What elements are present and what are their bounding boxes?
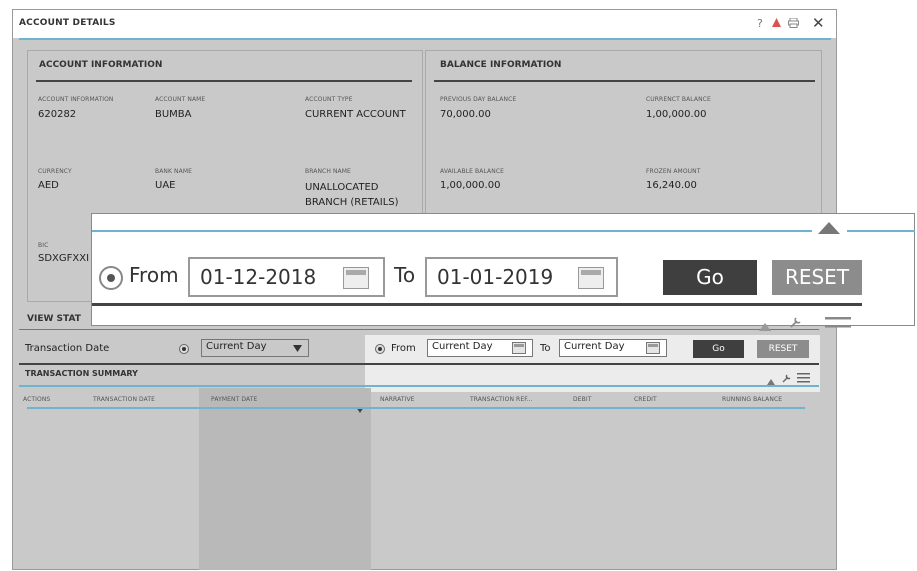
print-icon[interactable] [788, 17, 799, 31]
to-date-value: Current Day [564, 341, 625, 352]
from-date-value: 01-12-2018 [200, 265, 317, 289]
bank-name-value: UAE [155, 180, 176, 191]
go-button[interactable]: Go [693, 340, 744, 358]
period-radio[interactable] [179, 344, 189, 354]
column-header-debit[interactable]: DEBIT [573, 396, 591, 403]
field-label: BIC [38, 242, 49, 249]
account-type-value: CURRENT ACCOUNT [305, 109, 406, 120]
previous-day-balance-value: 70,000.00 [440, 109, 491, 120]
column-header-narrative[interactable]: NARRATIVE [380, 396, 415, 403]
summary-top-rule [19, 363, 819, 365]
header-divider [19, 38, 831, 40]
field-label: BRANCH NAME [305, 168, 351, 175]
branch-name-value: UNALLOCATED BRANCH (RETAILS) [305, 182, 399, 208]
from-label: From [391, 343, 416, 354]
to-date-input[interactable]: Current Day [559, 339, 667, 357]
close-icon[interactable]: ✕ [812, 14, 825, 32]
balance-information-panel: BALANCE INFORMATION PREVIOUS DAY BALANCE… [425, 50, 822, 225]
range-radio[interactable] [375, 344, 385, 354]
balance-information-title: BALANCE INFORMATION [440, 60, 562, 70]
zoom-accent-rule [847, 230, 915, 232]
chevron-down-icon [293, 344, 302, 355]
currency-value: AED [38, 180, 59, 191]
field-label: PREVIOUS DAY BALANCE [440, 96, 517, 103]
account-name-value: BUMBA [155, 109, 192, 120]
to-label: To [394, 263, 416, 287]
period-select-value: Current Day [206, 341, 267, 352]
range-radio[interactable] [99, 266, 123, 290]
available-balance-value: 1,00,000.00 [440, 180, 501, 191]
column-header-actions[interactable]: ACTIONS [23, 396, 50, 403]
column-header-transaction-date[interactable]: TRANSACTION DATE [93, 396, 155, 403]
collapse-icon[interactable] [818, 219, 840, 238]
summary-accent-rule [19, 385, 819, 387]
zoomed-date-range-callout: From 01-12-2018 To 01-01-2019 Go RESET [91, 213, 915, 331]
zoom-bottom-rule [92, 303, 862, 306]
calendar-icon[interactable] [578, 267, 604, 289]
column-header-running-balance[interactable]: RUNNING BALANCE [722, 396, 782, 403]
help-icon[interactable]: ? [757, 17, 763, 30]
header-accent-rule [27, 407, 805, 409]
pdf-icon[interactable] [771, 17, 782, 31]
to-date-input[interactable]: 01-01-2019 [425, 257, 618, 297]
field-label: ACCOUNT NAME [155, 96, 206, 103]
account-number-value: 620282 [38, 109, 77, 120]
to-date-value: 01-01-2019 [437, 265, 554, 289]
transaction-summary-title: TRANSACTION SUMMARY [25, 369, 138, 378]
zoom-collapse-icon[interactable] [759, 316, 771, 335]
calendar-icon[interactable] [343, 267, 369, 289]
field-label: AVAILABLE BALANCE [440, 168, 505, 175]
zoom-accent-rule [92, 230, 812, 232]
calendar-icon[interactable] [512, 342, 526, 354]
field-label: CURRENCT BALANCE [646, 96, 711, 103]
column-header-payment-date[interactable]: PAYMENT DATE [211, 396, 257, 403]
field-label: ACCOUNT INFORMATION [38, 96, 114, 103]
bic-value: SDXGFXXI [38, 253, 90, 264]
column-header-transaction-ref[interactable]: TRANSACTION REF... [470, 396, 533, 403]
field-label: CURRENCY [38, 168, 72, 175]
payment-date-column-bg [199, 388, 371, 570]
calendar-icon[interactable] [646, 342, 660, 354]
field-label: FROZEN AMOUNT [646, 168, 701, 175]
field-label: BANK NAME [155, 168, 193, 175]
panel-rule [434, 80, 815, 82]
from-label: From [129, 263, 179, 287]
reset-button[interactable]: RESET [772, 260, 862, 295]
account-information-title: ACCOUNT INFORMATION [39, 60, 163, 70]
field-label: ACCOUNT TYPE [305, 96, 353, 103]
zoom-wrench-icon[interactable] [790, 313, 802, 332]
window-title: ACCOUNT DETAILS [19, 18, 116, 28]
from-date-input[interactable]: 01-12-2018 [188, 257, 385, 297]
section-rule [19, 329, 819, 330]
filter-label: Transaction Date [25, 343, 110, 354]
current-balance-value: 1,00,000.00 [646, 109, 707, 120]
frozen-amount-value: 16,240.00 [646, 180, 697, 191]
column-header-credit[interactable]: CREDIT [634, 396, 657, 403]
period-select[interactable]: Current Day [201, 339, 309, 357]
window-header: ACCOUNT DETAILS ? ✕ [13, 10, 836, 38]
view-statement-title: VIEW STAT [27, 314, 81, 324]
to-label: To [540, 343, 551, 354]
reset-button[interactable]: RESET [757, 340, 809, 358]
zoom-menu-icon[interactable] [825, 314, 851, 333]
panel-rule [36, 80, 412, 82]
from-date-input[interactable]: Current Day [427, 339, 533, 357]
go-button[interactable]: Go [663, 260, 757, 295]
from-date-value: Current Day [432, 341, 493, 352]
